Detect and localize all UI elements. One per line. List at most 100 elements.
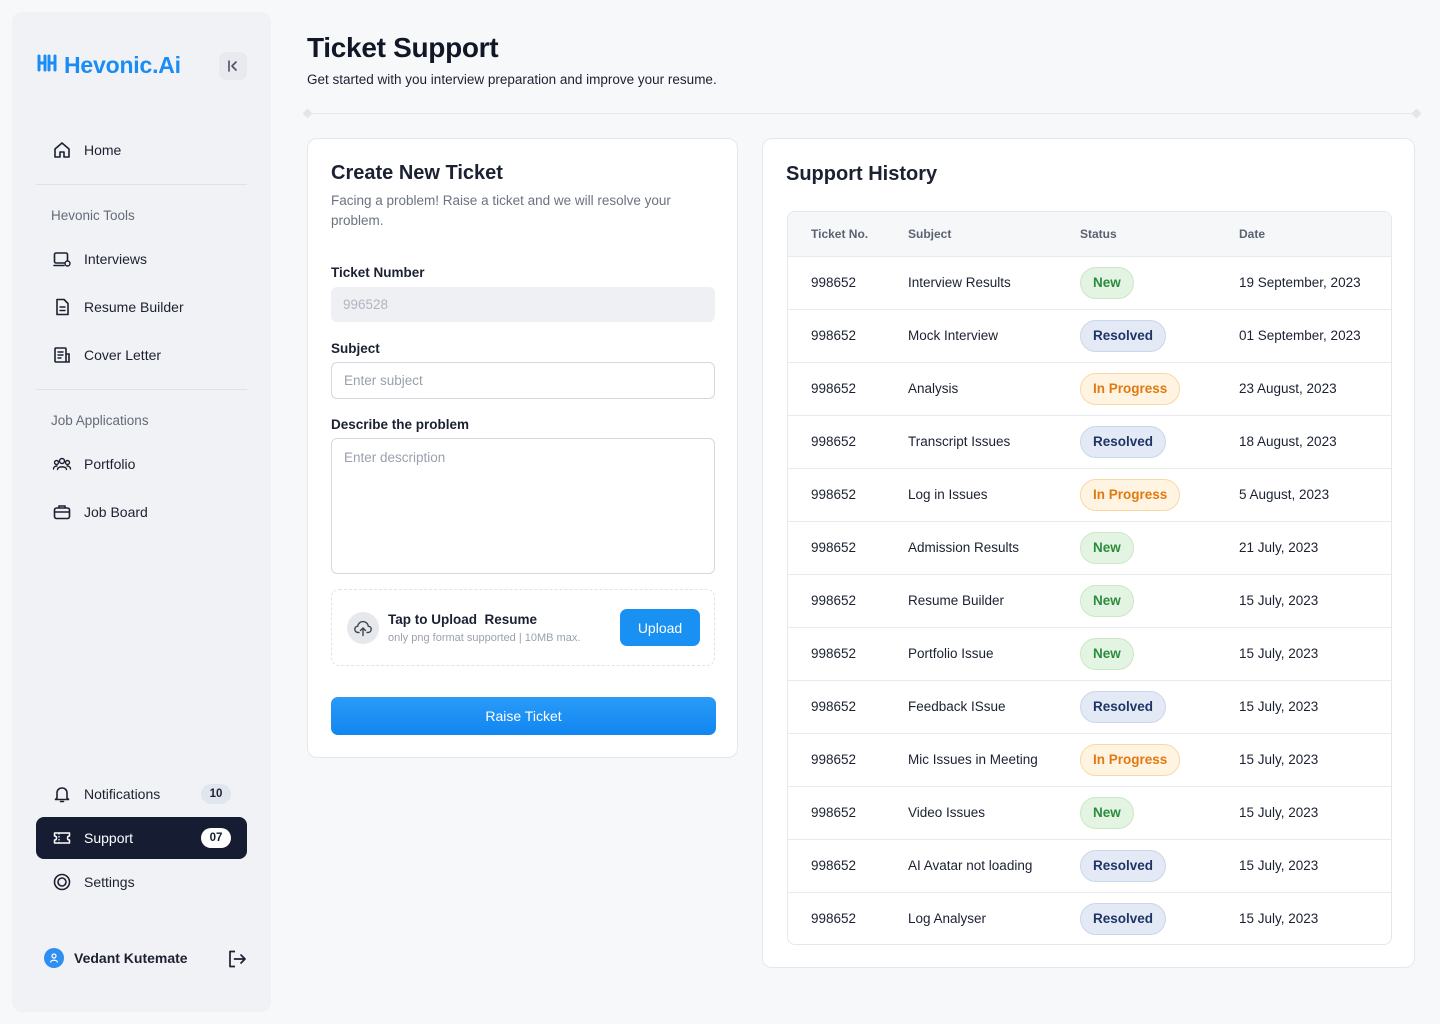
ticket-number-cell: 998652 xyxy=(811,593,857,608)
nav-support[interactable]: Support 07 xyxy=(36,817,247,859)
support-count-badge: 07 xyxy=(201,828,231,848)
subject-cell: Transcript Issues xyxy=(908,434,1011,449)
nav-home[interactable]: Home xyxy=(36,129,247,171)
raise-ticket-button[interactable]: Raise Ticket xyxy=(331,697,716,735)
table-row[interactable]: 998652 Mic Issues in Meeting In Progress 15… xyxy=(788,733,1391,786)
status-cell: New xyxy=(1080,627,1239,680)
date-cell: 15 July, 2023 xyxy=(1239,593,1319,608)
nav-support-label: Support xyxy=(84,830,134,846)
support-history-table: Ticket No. Subject Status Date 998652 Int… xyxy=(787,211,1392,945)
ticket-number-cell: 998652 xyxy=(811,805,857,820)
ticket-number-cell: 998652 xyxy=(811,328,857,343)
description-textarea[interactable]: Enter description xyxy=(331,438,715,574)
status-badge: Resolved xyxy=(1080,902,1167,935)
column-header-ticket[interactable]: Ticket No. xyxy=(788,212,908,256)
table-row[interactable]: 998652 AI Avatar not loading Resolved 15 Ju… xyxy=(788,839,1391,892)
status-badge: New xyxy=(1080,584,1134,617)
ticket-number-cell: 998652 xyxy=(811,540,857,555)
ticket-number-cell: 998652 xyxy=(811,487,857,502)
page-title: Ticket Support xyxy=(307,32,499,63)
resume-upload-area[interactable]: Tap to Upload Resume only png format sup… xyxy=(331,589,715,666)
nav-settings-label: Settings xyxy=(84,874,135,890)
nav-job-board-label: Job Board xyxy=(84,504,148,520)
collapse-sidebar-button[interactable] xyxy=(219,52,247,80)
ticket-number-cell: 998652 xyxy=(811,752,857,767)
nav-interviews[interactable]: Interviews xyxy=(36,238,247,280)
status-cell: New xyxy=(1080,521,1239,574)
status-badge: Resolved xyxy=(1080,425,1167,458)
nav-settings[interactable]: Settings xyxy=(36,861,247,903)
user-profile[interactable]: Vedant Kutemate xyxy=(44,948,188,968)
table-row[interactable]: 998652 Transcript Issues Resolved 18 August… xyxy=(788,415,1391,468)
nav-cover-letter[interactable]: Cover Letter xyxy=(36,334,247,376)
ticket-number-cell: 998652 xyxy=(811,434,857,449)
resume-icon xyxy=(56,298,69,316)
nav-job-board[interactable]: Job Board xyxy=(36,491,247,533)
status-cell: Resolved xyxy=(1080,892,1239,944)
brand[interactable]: Hevonic.Ai xyxy=(36,52,181,79)
table-row[interactable]: 998652 Resume Builder New 15 July, 2023 xyxy=(788,574,1391,627)
table-row[interactable]: 998652 Interview Results New 19 September, … xyxy=(788,256,1391,309)
status-badge: Resolved xyxy=(1080,849,1167,882)
status-badge: New xyxy=(1080,531,1134,564)
column-header-status[interactable]: Status xyxy=(1080,212,1239,256)
nav-cover-letter-label: Cover Letter xyxy=(84,347,162,363)
status-badge: In Progress xyxy=(1080,372,1181,405)
column-header-date[interactable]: Date xyxy=(1239,212,1391,256)
support-history-title: Support History xyxy=(786,163,938,185)
cloud-upload-icon xyxy=(347,612,379,644)
sidebar-divider xyxy=(36,389,247,390)
create-ticket-card: Create New Ticket Facing a problem! Rais… xyxy=(307,138,738,758)
table-row[interactable]: 998652 Analysis In Progress 23 August, 2023 xyxy=(788,362,1391,415)
user-name: Vedant Kutemate xyxy=(74,950,188,966)
ticket-number-cell: 998652 xyxy=(811,646,857,661)
date-cell: 15 July, 2023 xyxy=(1239,911,1319,927)
subject-cell: Mock Interview xyxy=(908,328,999,343)
sidebar: Hevonic.Ai Home Hevonic Tools Interviews… xyxy=(12,12,271,1012)
upload-title: Tap to Upload Resume xyxy=(388,612,538,627)
support-history-card: Support History Ticket No. Subject Statu… xyxy=(762,138,1415,968)
ticket-number-label: Ticket Number xyxy=(331,265,425,280)
logout-button[interactable] xyxy=(226,948,248,975)
date-cell: 15 July, 2023 xyxy=(1239,646,1319,661)
section-label-tools: Hevonic Tools xyxy=(51,208,135,223)
bell-icon xyxy=(54,787,70,803)
ticket-number-cell: 998652 xyxy=(811,381,857,396)
table-row[interactable]: 998652 Video Issues New 15 July, 2023 xyxy=(788,786,1391,839)
ticket-number-field: 996528 xyxy=(331,287,715,322)
date-cell: 15 July, 2023 xyxy=(1239,699,1319,714)
nav-notifications[interactable]: Notifications 10 xyxy=(36,773,247,815)
nav-resume-builder-label: Resume Builder xyxy=(84,299,184,315)
create-ticket-title: Create New Ticket xyxy=(331,162,503,184)
header-divider-dot xyxy=(302,108,313,119)
table-row[interactable]: 998652 Log Analyser Resolved 15 July, 2023 xyxy=(788,892,1391,944)
status-badge: In Progress xyxy=(1080,478,1181,511)
column-header-subject[interactable]: Subject xyxy=(908,212,1080,256)
nav-portfolio-label: Portfolio xyxy=(84,456,136,472)
status-cell: Resolved xyxy=(1080,415,1239,468)
date-cell: 19 September, 2023 xyxy=(1239,275,1361,290)
logo-icon xyxy=(36,53,58,78)
table-row[interactable]: 998652 Portfolio Issue New 15 July, 2023 xyxy=(788,627,1391,680)
status-cell: New xyxy=(1080,786,1239,839)
subject-label: Subject xyxy=(331,341,380,356)
logout-icon xyxy=(229,950,246,968)
brand-name: Hevonic.Ai xyxy=(64,52,181,78)
nav-portfolio[interactable]: Portfolio xyxy=(36,443,247,485)
subject-input[interactable]: Enter subject xyxy=(331,362,715,399)
table-row[interactable]: 998652 Admission Results New 21 July, 2023 xyxy=(788,521,1391,574)
date-cell: 5 August, 2023 xyxy=(1239,487,1330,502)
subject-cell: AI Avatar not loading xyxy=(908,858,1033,873)
nav-resume-builder[interactable]: Resume Builder xyxy=(36,286,247,328)
table-row[interactable]: 998652 Mock Interview Resolved 01 September… xyxy=(788,309,1391,362)
description-label: Describe the problem xyxy=(331,417,470,432)
table-row[interactable]: 998652 Feedback ISsue Resolved 15 July, 202… xyxy=(788,680,1391,733)
interviews-icon xyxy=(53,252,71,267)
subject-cell: Analysis xyxy=(908,381,959,396)
notifications-count-badge: 10 xyxy=(201,784,231,804)
settings-icon xyxy=(53,873,71,891)
subject-cell: Feedback ISsue xyxy=(908,699,1006,714)
table-row[interactable]: 998652 Log in Issues In Progress 5 August, … xyxy=(788,468,1391,521)
upload-button[interactable]: Upload xyxy=(620,609,700,646)
status-cell: Resolved xyxy=(1080,680,1239,733)
